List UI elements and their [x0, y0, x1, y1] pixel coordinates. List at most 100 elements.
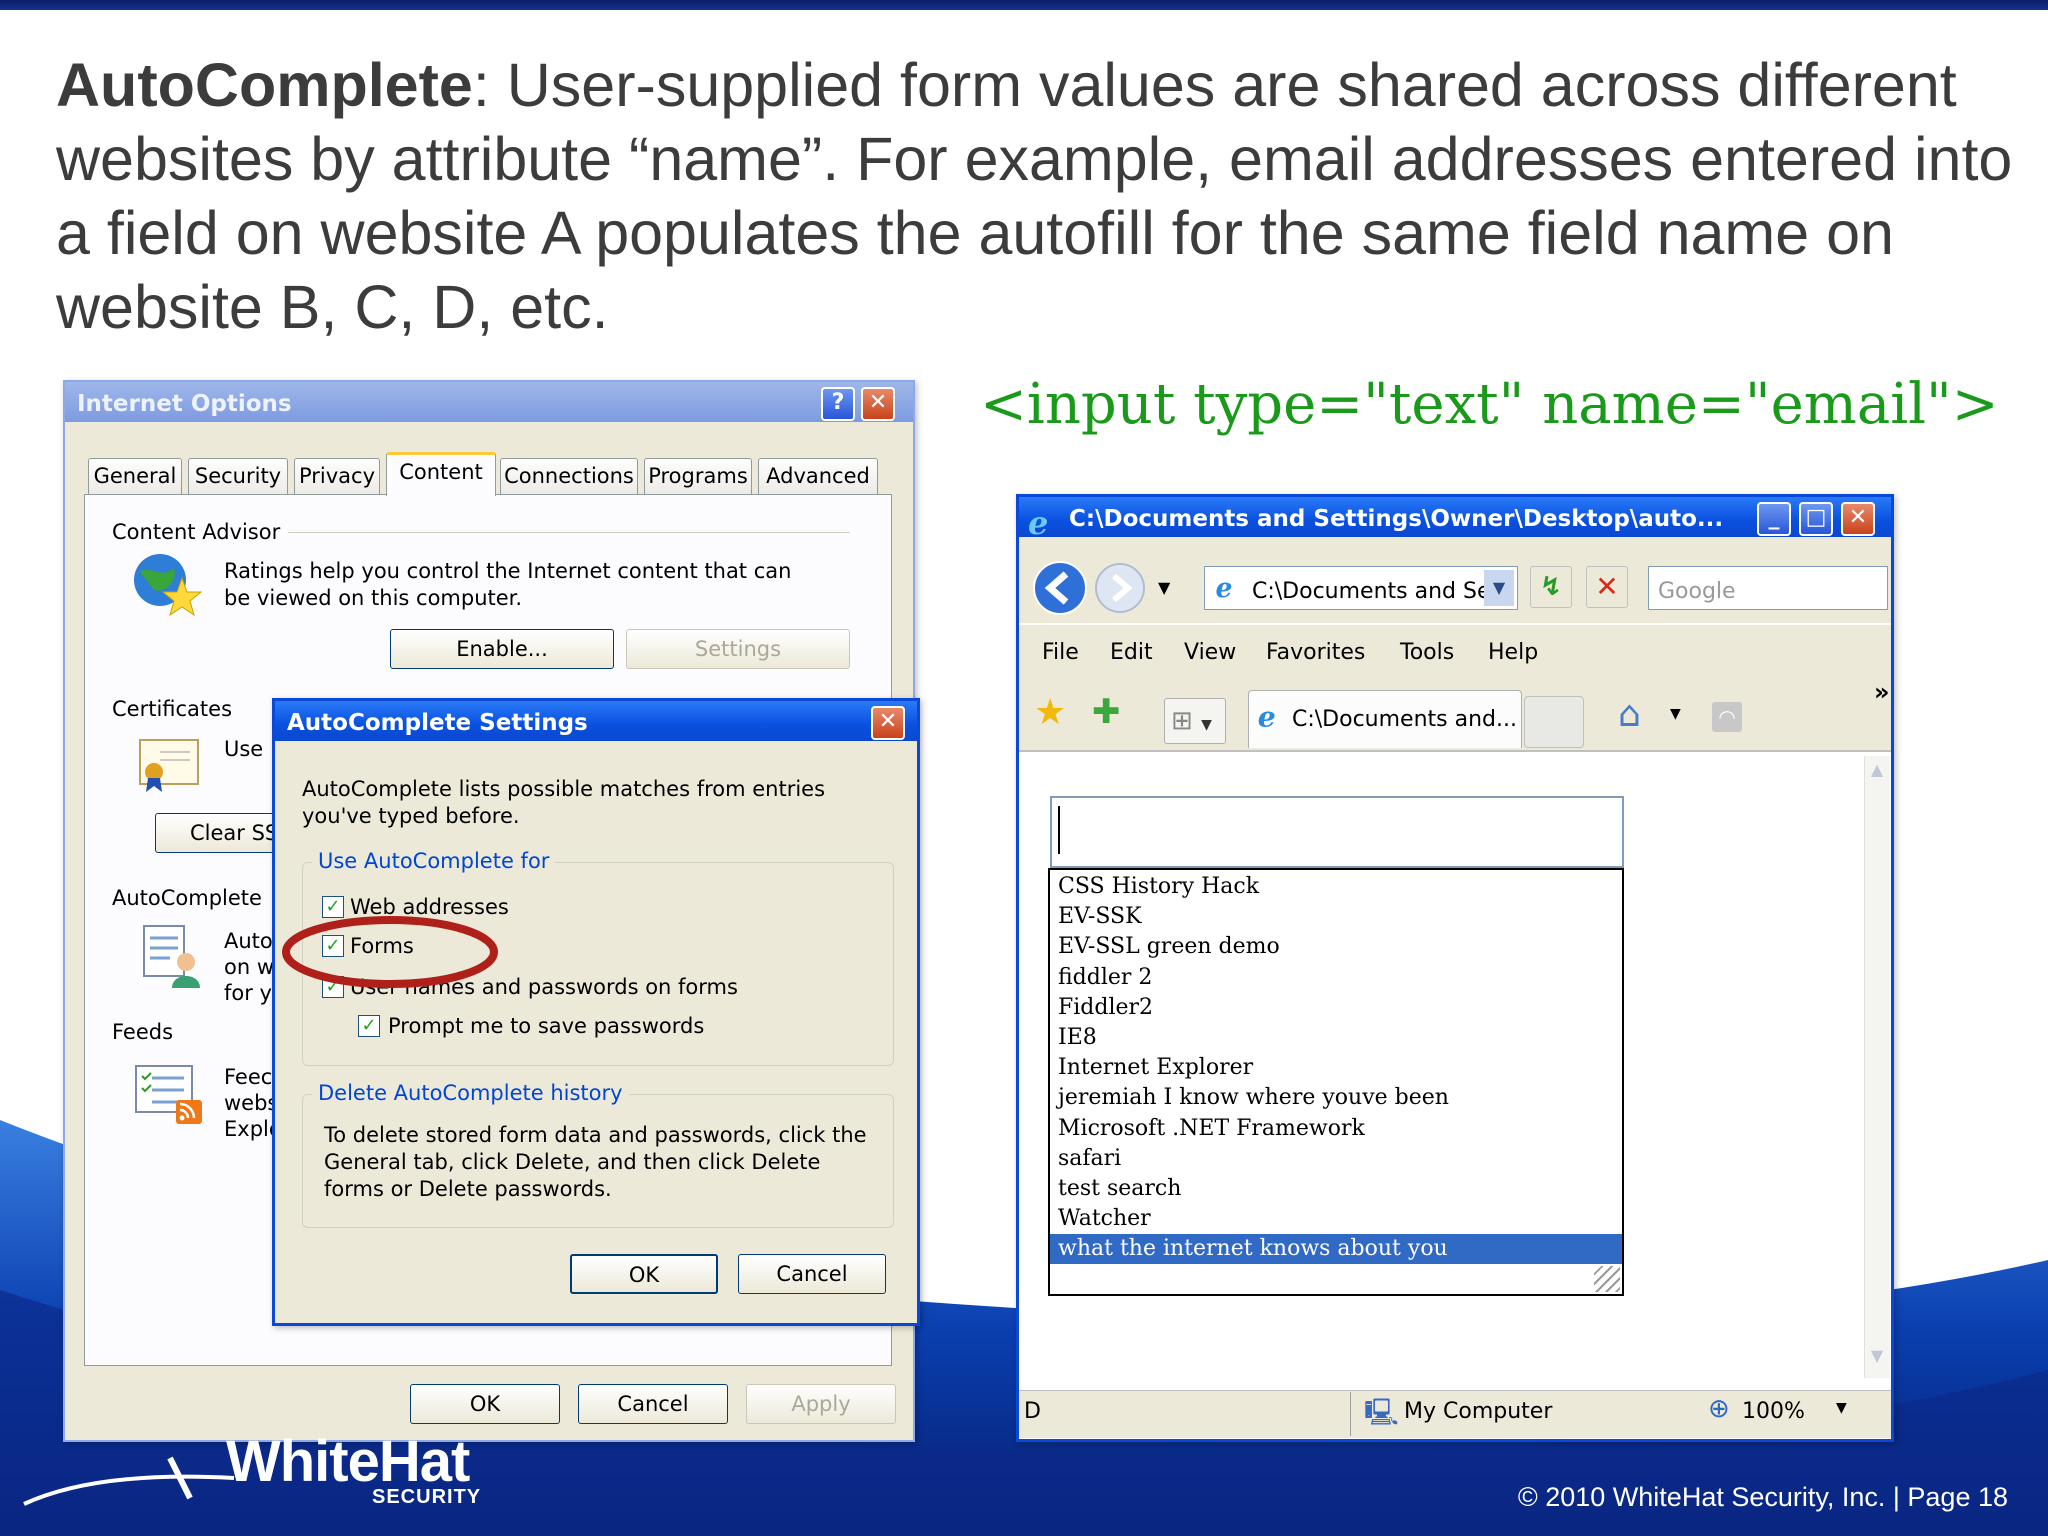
- forward-icon[interactable]: [1092, 560, 1148, 616]
- menu-view[interactable]: View: [1184, 640, 1236, 665]
- prompt-save-passwords-label: Prompt me to save passwords: [388, 1014, 705, 1038]
- resize-grip-icon[interactable]: [1594, 1266, 1620, 1292]
- use-autocomplete-label: Use AutoComplete for: [312, 848, 556, 875]
- heading-bold: AutoComplete: [56, 51, 473, 119]
- autocomplete-list-item[interactable]: test search: [1050, 1174, 1622, 1204]
- settings-cancel-button[interactable]: Cancel: [738, 1254, 886, 1294]
- scroll-down-icon[interactable]: ▼: [1866, 1346, 1888, 1372]
- autocomplete-label: AutoComplete: [112, 886, 270, 910]
- tab-connections[interactable]: Connections: [500, 458, 638, 494]
- feeds-text-2: webs: [224, 1091, 279, 1115]
- stop-icon[interactable]: ✕: [1586, 566, 1628, 608]
- search-placeholder: Google: [1658, 579, 1736, 604]
- home-icon[interactable]: ⌂: [1618, 694, 1641, 735]
- feeds-toolbar-icon[interactable]: ◠: [1712, 702, 1742, 732]
- settings-button[interactable]: Settings: [626, 629, 850, 669]
- back-icon[interactable]: [1032, 560, 1088, 616]
- autocomplete-list-item[interactable]: jeremiah I know where youve been: [1050, 1083, 1622, 1113]
- logo-text: WhiteHat: [226, 1429, 470, 1494]
- menu-tools[interactable]: Tools: [1400, 640, 1454, 665]
- refresh-icon[interactable]: ↯: [1530, 566, 1572, 608]
- slide-heading: AutoComplete: User-supplied form values …: [56, 48, 2016, 344]
- tab-programs[interactable]: Programs: [644, 458, 752, 494]
- autocomplete-list-item[interactable]: what the internet knows about you: [1050, 1234, 1622, 1265]
- autocomplete-list-item[interactable]: Internet Explorer: [1050, 1053, 1622, 1083]
- autocomplete-text-1: Auto: [224, 929, 273, 953]
- zoom-level[interactable]: 100%: [1742, 1398, 1805, 1425]
- ie-logo-icon: e: [1028, 504, 1048, 540]
- scroll-up-icon[interactable]: ▲: [1866, 760, 1888, 786]
- tab-privacy[interactable]: Privacy: [294, 458, 380, 494]
- zoom-icon[interactable]: ⊕: [1708, 1394, 1730, 1424]
- autocomplete-list-item[interactable]: IE8: [1050, 1023, 1622, 1053]
- new-tab-button[interactable]: [1524, 696, 1584, 748]
- page-icon: e: [1216, 573, 1233, 604]
- autocomplete-list-item[interactable]: fiddler 2: [1050, 963, 1622, 993]
- options-ok-button[interactable]: OK: [410, 1384, 560, 1424]
- autocomplete-list-item[interactable]: safari: [1050, 1144, 1622, 1174]
- tab-content[interactable]: Content: [386, 452, 496, 496]
- status-left-text: D: [1024, 1399, 1041, 1424]
- prompt-save-passwords-checkbox[interactable]: ✓: [358, 1015, 380, 1037]
- autocomplete-text-3: for y: [224, 981, 272, 1005]
- browser-title: C:\Documents and Settings\Owner\Desktop\…: [1069, 506, 1724, 532]
- svg-text:e: e: [1216, 573, 1233, 604]
- autocomplete-list-item[interactable]: Microsoft .NET Framework: [1050, 1114, 1622, 1144]
- address-text: C:\Documents and Se: [1252, 579, 1491, 604]
- menu-edit[interactable]: Edit: [1110, 640, 1153, 665]
- internet-options-titlebar[interactable]: Internet Options: [65, 382, 913, 422]
- help-button[interactable]: ?: [821, 387, 855, 421]
- address-dropdown-icon[interactable]: ▼: [1484, 570, 1514, 606]
- menu-help[interactable]: Help: [1488, 640, 1538, 665]
- certificates-label: Certificates: [112, 697, 241, 721]
- menu-file[interactable]: File: [1042, 640, 1079, 665]
- autocomplete-settings-titlebar[interactable]: AutoComplete Settings: [275, 701, 917, 741]
- text-cursor: [1058, 806, 1060, 854]
- feeds-text-1: Feec: [224, 1065, 273, 1089]
- autocomplete-list-item[interactable]: EV-SSK: [1050, 902, 1622, 932]
- certificate-icon: [139, 739, 199, 792]
- slide: AutoComplete: User-supplied form values …: [0, 0, 2048, 1536]
- tab-label: C:\Documents and...: [1292, 707, 1517, 732]
- content-advisor-text: Ratings help you control the Internet co…: [224, 559, 792, 610]
- email-input[interactable]: [1050, 796, 1624, 868]
- browser-close-button[interactable]: ✕: [1841, 502, 1875, 536]
- vertical-scrollbar[interactable]: [1864, 756, 1890, 1378]
- maximize-button[interactable]: □: [1799, 502, 1833, 536]
- zoom-dropdown-icon[interactable]: ▼: [1836, 1400, 1847, 1416]
- quick-tabs-icon[interactable]: ⊞ ▼: [1164, 698, 1226, 744]
- settings-close-button[interactable]: ✕: [871, 706, 905, 740]
- autocomplete-list-item[interactable]: CSS History Hack: [1050, 872, 1622, 902]
- tab-security[interactable]: Security: [188, 458, 288, 494]
- enable-button[interactable]: Enable...: [390, 629, 614, 669]
- menu-favorites[interactable]: Favorites: [1266, 640, 1365, 665]
- favorites-star-icon[interactable]: ★: [1034, 692, 1066, 733]
- autocomplete-icon: [143, 925, 200, 988]
- code-snippet: <input type="text" name="email">: [980, 372, 1999, 437]
- options-cancel-button[interactable]: Cancel: [578, 1384, 728, 1424]
- history-dropdown-icon[interactable]: ▼: [1158, 578, 1170, 597]
- minimize-button[interactable]: _: [1757, 502, 1791, 536]
- settings-intro-text: AutoComplete lists possible matches from…: [302, 777, 826, 828]
- toolbar-chevron-icon[interactable]: »: [1874, 678, 1890, 706]
- delete-history-text: To delete stored form data and passwords…: [324, 1123, 867, 1201]
- options-apply-button[interactable]: Apply: [746, 1384, 896, 1424]
- autocomplete-list-item[interactable]: EV-SSL green demo: [1050, 932, 1622, 962]
- footer-text: © 2010 WhiteHat Security, Inc. | Page 18: [1517, 1482, 2008, 1512]
- add-favorites-icon[interactable]: ✚: [1092, 692, 1121, 732]
- delete-history-label: Delete AutoComplete history: [312, 1080, 629, 1107]
- autocomplete-settings-title: AutoComplete Settings: [287, 710, 588, 736]
- tab-general[interactable]: General: [88, 458, 182, 494]
- settings-ok-button[interactable]: OK: [570, 1254, 718, 1294]
- certificates-text: Use: [224, 737, 264, 761]
- status-zone-text: My Computer: [1404, 1399, 1553, 1424]
- globe-star-icon: [134, 554, 202, 617]
- content-advisor-label: Content Advisor: [112, 520, 289, 544]
- close-button[interactable]: ✕: [861, 387, 895, 421]
- feeds-icon: [135, 1065, 202, 1124]
- home-dropdown-icon[interactable]: ▼: [1670, 706, 1681, 722]
- tab-advanced[interactable]: Advanced: [758, 458, 878, 494]
- autocomplete-list-item[interactable]: Fiddler2: [1050, 993, 1622, 1023]
- autocomplete-list-item[interactable]: Watcher: [1050, 1204, 1622, 1234]
- autocomplete-text-2: on w: [224, 955, 275, 979]
